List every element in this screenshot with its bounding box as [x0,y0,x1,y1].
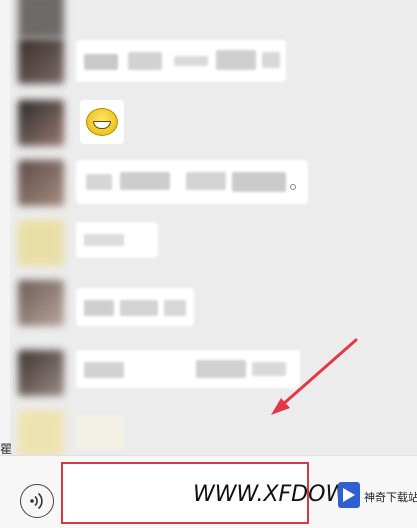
voice-icon [29,492,43,509]
watermark-brand: 神奇下载站 [364,492,417,504]
arrow-annotation [271,338,358,415]
chat-history [0,0,417,528]
voice-button[interactable] [20,484,54,518]
watermark-text: WWW.XFDOW [193,482,348,507]
watermark-logo-icon [338,482,360,508]
